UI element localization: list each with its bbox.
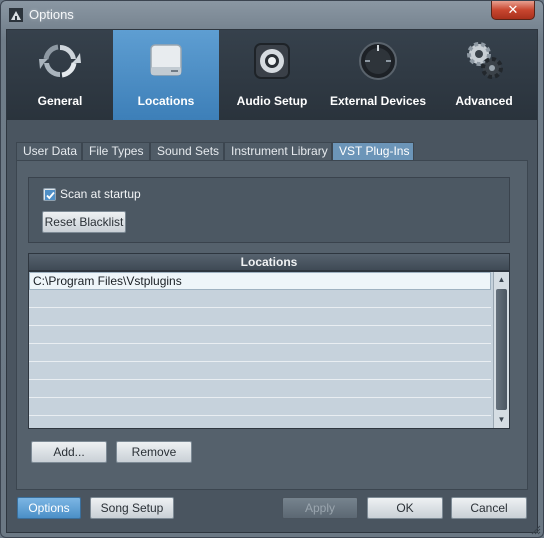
- empty-row: [29, 326, 491, 344]
- category-bar: General Locations Audio Setup External D…: [7, 30, 537, 120]
- refresh-arrows-icon: [39, 44, 81, 78]
- knob-icon: [359, 42, 397, 80]
- options-button[interactable]: Options: [17, 497, 81, 519]
- song-setup-button[interactable]: Song Setup: [90, 497, 174, 519]
- category-advanced[interactable]: Advanced: [431, 30, 537, 120]
- gears-icon: [467, 42, 503, 79]
- ok-button[interactable]: OK: [367, 497, 443, 519]
- empty-row: [29, 308, 491, 326]
- empty-row: [29, 362, 491, 380]
- scan-at-startup-label: Scan at startup: [60, 187, 141, 201]
- title-bar[interactable]: Options ✕: [1, 1, 543, 29]
- tab-file-types[interactable]: File Types: [82, 142, 150, 161]
- vst-plugins-panel: Scan at startup Reset Blacklist Location…: [16, 160, 528, 490]
- category-label: Advanced: [455, 94, 513, 108]
- category-label: Locations: [137, 94, 195, 108]
- apply-button[interactable]: Apply: [282, 497, 358, 519]
- category-audio-setup[interactable]: Audio Setup: [219, 30, 325, 120]
- scan-settings-group: Scan at startup Reset Blacklist: [28, 177, 510, 243]
- empty-row: [29, 380, 491, 398]
- locations-header: Locations: [28, 253, 510, 271]
- dialog-footer: Options Song Setup Apply OK Cancel: [7, 490, 537, 532]
- client-area: General Locations Audio Setup External D…: [6, 29, 538, 533]
- scan-at-startup-checkbox[interactable]: [43, 188, 56, 201]
- tab-user-data[interactable]: User Data: [16, 142, 82, 161]
- category-external-devices[interactable]: External Devices: [325, 30, 431, 120]
- scroll-thumb[interactable]: [496, 289, 507, 410]
- category-label: Audio Setup: [236, 94, 308, 108]
- category-label: External Devices: [329, 94, 427, 108]
- window-title: Options: [29, 7, 74, 22]
- scroll-down-icon[interactable]: ▼: [494, 412, 509, 427]
- category-label: General: [37, 94, 83, 108]
- list-item[interactable]: C:\Program Files\Vstplugins: [29, 272, 491, 290]
- tab-sound-sets[interactable]: Sound Sets: [150, 142, 224, 161]
- category-locations[interactable]: Locations: [113, 30, 219, 120]
- add-location-button[interactable]: Add...: [31, 441, 107, 463]
- checkmark-icon: [45, 190, 55, 200]
- locations-scrollbar[interactable]: ▲ ▼: [493, 272, 509, 428]
- empty-row: [29, 290, 491, 308]
- scroll-up-icon[interactable]: ▲: [494, 272, 509, 287]
- empty-row: [29, 344, 491, 362]
- tab-vst-plug-ins[interactable]: VST Plug-Ins: [332, 142, 414, 161]
- reset-blacklist-button[interactable]: Reset Blacklist: [42, 211, 126, 233]
- drive-icon: [150, 44, 182, 76]
- close-button[interactable]: ✕: [491, 1, 535, 20]
- remove-location-button[interactable]: Remove: [116, 441, 192, 463]
- tab-instrument-library[interactable]: Instrument Library: [224, 142, 332, 161]
- empty-row: [29, 398, 491, 416]
- resize-grip-icon[interactable]: [531, 525, 541, 535]
- category-general[interactable]: General: [7, 30, 113, 120]
- locations-list[interactable]: C:\Program Files\Vstplugins ▲ ▼: [28, 271, 510, 429]
- cancel-button[interactable]: Cancel: [451, 497, 527, 519]
- app-icon: [9, 8, 23, 22]
- options-window: Options ✕ General Locations Audio Setup …: [0, 0, 544, 538]
- speaker-icon: [254, 43, 290, 79]
